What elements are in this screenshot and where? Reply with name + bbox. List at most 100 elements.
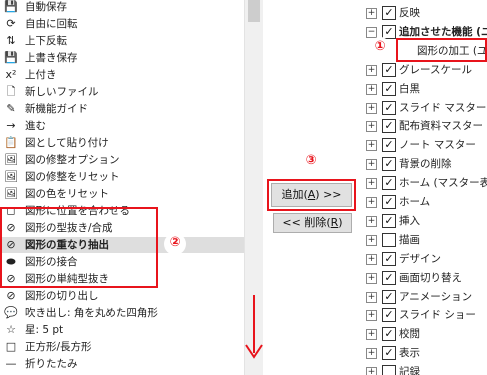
expand-icon[interactable]: +: [366, 215, 377, 227]
checkbox-checked[interactable]: ✓: [382, 176, 396, 191]
command-item[interactable]: x² 上付き: [0, 67, 244, 83]
ribbon-tab-item[interactable]: + 描画: [362, 231, 487, 249]
ribbon-tab-label: 描画: [399, 233, 420, 246]
commands-scrollbar[interactable]: [244, 0, 263, 375]
checkbox-checked[interactable]: ✓: [382, 6, 396, 20]
ribbon-tab-item[interactable]: + ✓ デザイン: [362, 250, 487, 268]
command-item[interactable]: 📋 図として貼り付け: [0, 135, 244, 151]
command-item[interactable]: → 進む: [0, 118, 244, 134]
checkbox-checked[interactable]: ✓: [382, 138, 396, 153]
expand-icon[interactable]: +: [366, 348, 377, 360]
command-item[interactable]: 💬 吹き出し: 角を丸めた四角形: [0, 305, 244, 321]
checkbox-checked[interactable]: ✓: [382, 213, 396, 228]
expand-icon[interactable]: +: [366, 140, 377, 152]
expand-icon[interactable]: +: [366, 102, 377, 114]
ribbon-tab-item[interactable]: + ✓ 背景の削除: [362, 155, 487, 173]
command-item[interactable]: 🖼 図の色をリセット: [0, 186, 244, 202]
checkbox-checked[interactable]: ✓: [382, 346, 396, 361]
expand-icon[interactable]: +: [366, 310, 377, 322]
color-reset-icon: 🖼: [4, 187, 18, 200]
command-item[interactable]: 🗋 新しいファイル: [0, 84, 244, 100]
ribbon-tab-item[interactable]: + ✓ 校閲: [362, 325, 487, 343]
ribbon-tab-item[interactable]: + ✓ スライド ショー: [362, 306, 487, 324]
expand-icon[interactable]: +: [366, 121, 377, 133]
expand-icon[interactable]: +: [366, 234, 377, 246]
superscript-icon: x²: [5, 68, 17, 81]
remove-button[interactable]: << 削除(R): [273, 213, 352, 233]
expand-icon[interactable]: +: [366, 197, 377, 208]
checkbox-checked[interactable]: ✓: [382, 270, 396, 285]
ribbon-tab-item[interactable]: + ✓ アニメーション: [362, 288, 487, 306]
expand-icon[interactable]: +: [366, 367, 377, 375]
checkbox-checked[interactable]: ✓: [382, 81, 396, 96]
command-item-label: 進む: [25, 120, 46, 132]
expand-icon[interactable]: +: [366, 329, 377, 341]
ribbon-tab-item[interactable]: + ✓ 白黒: [362, 80, 487, 98]
ribbon-tab-item[interactable]: + ✓ 反映: [362, 4, 487, 22]
ribbon-tab-label: ノート マスター: [399, 139, 476, 152]
ribbon-tab-label: ホーム: [399, 196, 431, 208]
ribbon-tab-item[interactable]: + ✓ ノート マスター: [362, 136, 487, 154]
checkbox-checked[interactable]: ✓: [382, 100, 396, 115]
ribbon-tab-label: 配布資料マスター: [399, 120, 483, 133]
ribbon-tab-item[interactable]: + ✓ スライド マスター: [362, 99, 487, 117]
command-item[interactable]: ⟳ 自由に回転: [0, 16, 244, 32]
annotation-number-2: ②: [164, 233, 186, 255]
available-commands-list[interactable]: 💾 自動保存 ⟳ 自由に回転 ⇅ 上下反転 💾 上書き保存 x² 上付き 🗋 新しいファイル ✎ 新機能ガ…: [0, 0, 244, 375]
expand-icon[interactable]: +: [366, 272, 377, 284]
checkbox-checked[interactable]: ✓: [382, 195, 396, 209]
ribbon-tab-item[interactable]: + ✓ ホーム: [362, 193, 487, 211]
callout-icon: 💬: [4, 306, 18, 319]
collapse-icon[interactable]: −: [366, 26, 377, 38]
checkbox-checked[interactable]: ✓: [382, 289, 396, 304]
ribbon-tab-label: 画面切り替え: [399, 271, 462, 284]
expand-icon[interactable]: +: [366, 64, 377, 76]
expand-icon[interactable]: +: [366, 8, 377, 19]
picture-options-icon: 🖼: [4, 153, 18, 166]
add-button[interactable]: 追加(A) >>: [271, 183, 352, 207]
command-item-label: 正方形/長方形: [25, 341, 92, 353]
checkbox-checked[interactable]: ✓: [382, 119, 396, 134]
command-item[interactable]: □ 正方形/長方形: [0, 339, 244, 355]
expand-icon[interactable]: +: [366, 178, 377, 190]
checkbox-checked[interactable]: ✓: [382, 308, 396, 323]
command-item[interactable]: 💾 上書き保存: [0, 50, 244, 66]
command-item[interactable]: 🖼 図の修整をリセット: [0, 169, 244, 185]
expand-icon[interactable]: +: [366, 83, 377, 95]
ribbon-tab-item[interactable]: + 記録: [362, 363, 487, 375]
ribbon-tab-item[interactable]: + ✓ グレースケール: [362, 61, 487, 79]
checkbox-checked[interactable]: ✓: [382, 327, 396, 342]
guide-icon: ✎: [6, 102, 16, 115]
ribbon-tab-item[interactable]: + ✓ ホーム (マスター表: [362, 174, 487, 192]
checkbox-checked[interactable]: ✓: [382, 157, 396, 172]
command-item[interactable]: 🖼 図の修整オプション: [0, 152, 244, 168]
floppy-disk-icon: 💾: [4, 0, 18, 13]
checkbox-checked[interactable]: ✓: [382, 62, 396, 77]
ribbon-tab-item[interactable]: + ✓ 配布資料マスター: [362, 117, 487, 135]
command-item-label: 上下反転: [25, 35, 67, 47]
new-file-icon: 🗋: [6, 85, 16, 98]
expand-icon[interactable]: +: [366, 159, 377, 171]
ribbon-tab-item[interactable]: + ✓ 挿入: [362, 212, 487, 230]
annotation-number-3: ③: [300, 151, 322, 173]
command-item[interactable]: — 折りたたみ: [0, 356, 244, 372]
checkbox-unchecked[interactable]: [382, 232, 396, 247]
expand-icon[interactable]: +: [366, 291, 377, 303]
command-item[interactable]: ☆ 星: 5 pt: [0, 322, 244, 338]
checkbox-checked[interactable]: ✓: [382, 24, 396, 39]
command-item[interactable]: ⊘ 図形の切り出し: [0, 288, 244, 304]
command-item[interactable]: 💾 自動保存: [0, 0, 244, 15]
checkbox-unchecked[interactable]: [382, 365, 396, 375]
command-item[interactable]: ⇅ 上下反転: [0, 33, 244, 49]
scrollbar-thumb[interactable]: [248, 0, 260, 22]
command-item[interactable]: ✎ 新機能ガイド: [0, 101, 244, 117]
expand-icon[interactable]: +: [366, 253, 377, 265]
checkbox-checked[interactable]: ✓: [382, 251, 396, 266]
ribbon-tab-label: ホーム (マスター表: [399, 177, 487, 190]
ribbon-tab-item[interactable]: + ✓ 画面切り替え: [362, 269, 487, 287]
ribbon-tab-label: スライド マスター: [399, 101, 487, 114]
ribbon-tab-label: 挿入: [399, 214, 420, 227]
ribbon-tab-item[interactable]: + ✓ 表示: [362, 344, 487, 362]
command-item-label: 上付き: [25, 69, 57, 81]
arrow-right-icon: →: [6, 119, 16, 132]
